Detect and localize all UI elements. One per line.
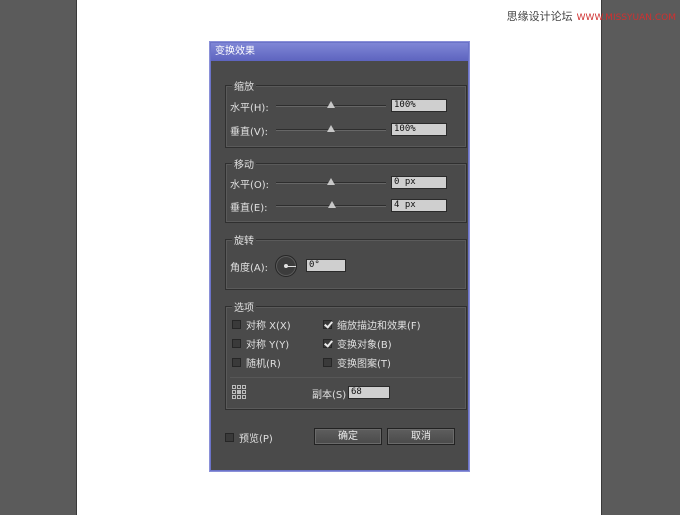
transform-effect-dialog: 变换效果 缩放 水平(H): 100% 垂直(V): 100% 移动 水平(O)… <box>210 42 469 471</box>
rotate-angle-label: 角度(A): <box>230 262 269 274</box>
copies-label: 副本(S) <box>312 389 347 401</box>
preview-checkbox[interactable]: 预览(P) <box>225 430 273 445</box>
scale-vertical-label: 垂直(V): <box>230 126 269 138</box>
watermark: 思缘设计论坛 WWW.MISSYUAN.COM <box>507 8 676 24</box>
transform-objects-box[interactable] <box>323 338 332 348</box>
reflect-y-checkbox[interactable]: 对称 Y(Y) <box>232 336 290 351</box>
watermark-text: 思缘设计论坛 <box>506 10 573 23</box>
reflect-y-label: 对称 Y(Y) <box>246 339 290 351</box>
move-horizontal-slider[interactable] <box>276 176 386 190</box>
dialog-title: 变换效果 <box>211 43 468 61</box>
move-vertical-input[interactable]: 4 px <box>391 199 447 212</box>
move-group-title: 移动 <box>232 156 256 171</box>
copies-input[interactable]: 68 <box>348 386 390 399</box>
random-label: 随机(R) <box>246 358 281 370</box>
scale-horizontal-input[interactable]: 100% <box>391 99 447 112</box>
scale-group-title: 缩放 <box>232 78 256 93</box>
slider-thumb[interactable] <box>327 178 335 185</box>
transform-objects-label: 变换对象(B) <box>337 339 392 351</box>
scale-horizontal-slider[interactable] <box>276 99 386 113</box>
reflect-x-checkbox[interactable]: 对称 X(X) <box>232 317 291 332</box>
scale-strokes-label: 缩放描边和效果(F) <box>337 320 421 332</box>
scale-horizontal-label: 水平(H): <box>230 102 269 114</box>
watermark-url: WWW.MISSYUAN.COM <box>576 13 676 23</box>
rotate-group: 旋转 角度(A): 0° <box>225 232 467 290</box>
transform-objects-checkbox[interactable]: 变换对象(B) <box>323 336 392 351</box>
random-box[interactable] <box>232 357 241 367</box>
scale-strokes-checkbox[interactable]: 缩放描边和效果(F) <box>323 317 421 332</box>
scale-vertical-row: 垂直(V): <box>230 123 269 138</box>
copies-row: 副本(S) <box>312 386 347 401</box>
angle-dial-icon[interactable] <box>275 255 297 277</box>
reflect-x-box[interactable] <box>232 319 241 329</box>
reflect-y-box[interactable] <box>232 338 241 348</box>
move-horizontal-label: 水平(O): <box>230 179 270 191</box>
transform-patterns-box[interactable] <box>323 357 332 367</box>
move-group: 移动 水平(O): 0 px 垂直(E): 4 px <box>225 156 467 223</box>
cancel-button[interactable]: 取消 <box>387 428 455 445</box>
transform-patterns-checkbox[interactable]: 变换图案(T) <box>323 355 391 370</box>
scale-horizontal-row: 水平(H): <box>230 99 269 114</box>
reference-point-grid-icon[interactable] <box>232 385 247 400</box>
scale-vertical-input[interactable]: 100% <box>391 123 447 136</box>
options-group-title: 选项 <box>232 299 256 314</box>
scale-vertical-slider[interactable] <box>276 123 386 137</box>
move-vertical-row: 垂直(E): <box>230 199 268 214</box>
move-vertical-slider[interactable] <box>276 199 386 213</box>
scale-strokes-box[interactable] <box>323 319 332 329</box>
transform-patterns-label: 变换图案(T) <box>337 358 391 370</box>
move-vertical-label: 垂直(E): <box>230 202 268 214</box>
scale-group: 缩放 水平(H): 100% 垂直(V): 100% <box>225 78 467 148</box>
slider-thumb[interactable] <box>327 101 335 108</box>
move-horizontal-row: 水平(O): <box>230 176 270 191</box>
preview-box[interactable] <box>225 432 234 442</box>
ok-button[interactable]: 确定 <box>314 428 382 445</box>
options-divider <box>230 377 462 378</box>
options-group: 选项 对称 X(X) 对称 Y(Y) 随机(R) 缩放描边和效果(F) 变换对象… <box>225 299 467 410</box>
rotate-group-title: 旋转 <box>232 232 256 247</box>
random-checkbox[interactable]: 随机(R) <box>232 355 281 370</box>
rotate-angle-row: 角度(A): <box>230 259 269 274</box>
rotate-angle-input[interactable]: 0° <box>306 259 346 272</box>
move-horizontal-input[interactable]: 0 px <box>391 176 447 189</box>
reflect-x-label: 对称 X(X) <box>246 320 291 332</box>
slider-thumb[interactable] <box>327 125 335 132</box>
slider-thumb[interactable] <box>328 201 337 208</box>
preview-label: 预览(P) <box>239 433 273 445</box>
